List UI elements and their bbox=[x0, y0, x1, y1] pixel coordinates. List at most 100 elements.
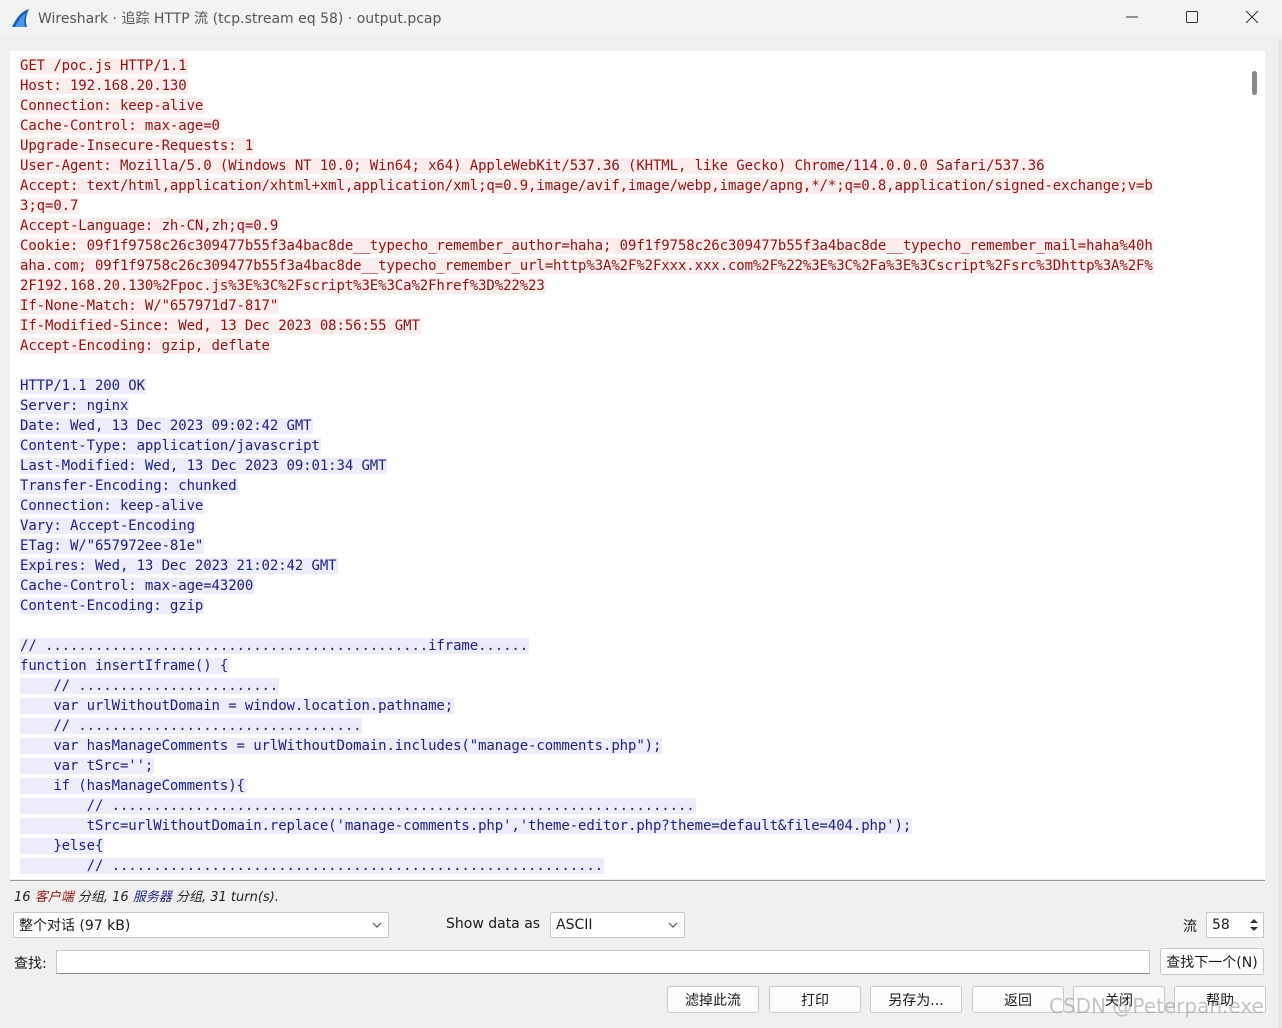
server-line: if (hasManageComments){ bbox=[10, 776, 1245, 796]
stream-line-text: Connection: keep-alive bbox=[20, 498, 205, 514]
stream-line-text: 3;q=0.7 bbox=[20, 198, 80, 214]
find-next-button[interactable]: 查找下一个(N) bbox=[1160, 948, 1264, 975]
stream-content-view[interactable]: GET /poc.js HTTP/1.1 Host: 192.168.20.130… bbox=[10, 51, 1245, 879]
stream-line-text: Date: Wed, 13 Dec 2023 09:02:42 GMT bbox=[20, 418, 313, 434]
client-line: aha.com; 09f1f9758c26c309477b55f3a4bac8d… bbox=[10, 256, 1245, 276]
filter-out-stream-button[interactable]: 滤掉此流 bbox=[667, 986, 759, 1013]
server-line: Content-Encoding: gzip bbox=[10, 596, 1245, 616]
stepper-arrows-icon[interactable] bbox=[1247, 915, 1261, 935]
show-data-as-label: Show data as bbox=[446, 916, 541, 932]
close-window-button[interactable] bbox=[1222, 0, 1282, 34]
window-edge bbox=[1278, 40, 1282, 1028]
server-count: 16 bbox=[112, 890, 129, 905]
stream-line-text: Content-Encoding: gzip bbox=[20, 598, 205, 614]
stream-line-text: Vary: Accept-Encoding bbox=[20, 518, 196, 534]
server-line: Server: nginx bbox=[10, 396, 1245, 416]
server-line: Date: Wed, 13 Dec 2023 09:02:42 GMT bbox=[10, 416, 1245, 436]
server-line: // ........................ bbox=[10, 676, 1245, 696]
client-line: Accept: text/html,application/xhtml+xml,… bbox=[10, 176, 1245, 196]
filter-out-label: 滤掉此流 bbox=[685, 992, 741, 1009]
server-line: Connection: keep-alive bbox=[10, 496, 1245, 516]
show-data-as-value: ASCII bbox=[556, 917, 593, 933]
stream-line-text: Expires: Wed, 13 Dec 2023 21:02:42 GMT bbox=[20, 558, 338, 574]
scrollbar-thumb[interactable] bbox=[1252, 71, 1257, 95]
server-line: var tSrc=''; bbox=[10, 756, 1245, 776]
show-data-as-select[interactable]: ASCII bbox=[550, 912, 685, 938]
stream-line-text: Server: nginx bbox=[20, 398, 130, 414]
server-line: Content-Type: application/javascript bbox=[10, 436, 1245, 456]
stream-line-text: tSrc=urlWithoutDomain.replace('manage-co… bbox=[20, 818, 913, 834]
print-button[interactable]: 打印 bbox=[769, 986, 861, 1013]
packet-summary: 16 客户端 分组, 16 服务器 分组, 31 turn(s). bbox=[14, 886, 279, 906]
stream-line-text: // .....................................… bbox=[20, 798, 696, 814]
server-label: 服务器 bbox=[132, 890, 172, 905]
close-icon bbox=[1245, 10, 1259, 24]
client-line: If-None-Match: W/"657971d7-817" bbox=[10, 296, 1245, 316]
server-line: // .....................................… bbox=[10, 636, 1245, 656]
stream-text: GET /poc.js HTTP/1.1 Host: 192.168.20.130… bbox=[10, 51, 1245, 876]
stream-line-text: // ........................ bbox=[20, 678, 280, 694]
splitter[interactable] bbox=[10, 880, 1265, 881]
stream-line-text: Accept-Language: zh-CN,zh;q=0.9 bbox=[20, 218, 280, 234]
server-line: var urlWithoutDomain = window.location.p… bbox=[10, 696, 1245, 716]
stream-line-text: if (hasManageComments){ bbox=[20, 778, 246, 794]
stream-line-text: GET /poc.js HTTP/1.1 bbox=[20, 58, 188, 74]
find-next-label: 查找下一个(N) bbox=[1166, 954, 1258, 971]
maximize-button[interactable] bbox=[1162, 0, 1222, 34]
stream-number-stepper[interactable]: 58 bbox=[1206, 912, 1264, 938]
client-line: Cache-Control: max-age=0 bbox=[10, 116, 1245, 136]
stream-line-text: ETag: W/"657972ee-81e" bbox=[20, 538, 205, 554]
stream-line-text: // .....................................… bbox=[20, 638, 530, 654]
chevron-down-icon bbox=[668, 922, 678, 928]
stream-line-text: Cookie: 09f1f9758c26c309477b55f3a4bac8de… bbox=[20, 238, 1154, 254]
server-line: var hasManageComments = urlWithoutDomain… bbox=[10, 736, 1245, 756]
stream-line-text: Last-Modified: Wed, 13 Dec 2023 09:01:34… bbox=[20, 458, 388, 474]
server-line: ETag: W/"657972ee-81e" bbox=[10, 536, 1245, 556]
stream-line-text: Transfer-Encoding: chunked bbox=[20, 478, 238, 494]
stream-line-text: HTTP/1.1 200 OK bbox=[20, 378, 146, 394]
server-line: // .....................................… bbox=[10, 796, 1245, 816]
stream-line-text: If-None-Match: W/"657971d7-817" bbox=[20, 298, 280, 314]
stream-line-text: Connection: keep-alive bbox=[20, 98, 205, 114]
client-line: GET /poc.js HTTP/1.1 bbox=[10, 56, 1245, 76]
stream-line-text: Upgrade-Insecure-Requests: 1 bbox=[20, 138, 255, 154]
save-as-label: 另存为... bbox=[888, 992, 944, 1009]
back-label: 返回 bbox=[1004, 992, 1032, 1009]
stream-line-text: Cache-Control: max-age=43200 bbox=[20, 578, 255, 594]
client-line: Accept-Language: zh-CN,zh;q=0.9 bbox=[10, 216, 1245, 236]
save-as-button[interactable]: 另存为... bbox=[870, 986, 962, 1013]
client-line: Upgrade-Insecure-Requests: 1 bbox=[10, 136, 1245, 156]
stream-line-text: If-Modified-Since: Wed, 13 Dec 2023 08:5… bbox=[20, 318, 421, 334]
server-line: Expires: Wed, 13 Dec 2023 21:02:42 GMT bbox=[10, 556, 1245, 576]
vertical-scrollbar[interactable] bbox=[1245, 51, 1265, 879]
stream-line-text: Accept: text/html,application/xhtml+xml,… bbox=[20, 178, 1154, 194]
stream-line-text: // .................................. bbox=[20, 718, 363, 734]
server-line: }else{ bbox=[10, 836, 1245, 856]
stream-line-text: Cache-Control: max-age=0 bbox=[20, 118, 221, 134]
client-line: Host: 192.168.20.130 bbox=[10, 76, 1245, 96]
minimize-button[interactable] bbox=[1102, 0, 1162, 34]
server-line: Cache-Control: max-age=43200 bbox=[10, 576, 1245, 596]
client-count: 16 bbox=[14, 890, 31, 905]
stream-line-text: 2F192.168.20.130%2Fpoc.js%3E%3C%2Fscript… bbox=[20, 278, 546, 294]
group-word: 分组, bbox=[175, 890, 207, 905]
find-label: 查找: bbox=[14, 956, 47, 972]
server-line: // .....................................… bbox=[10, 856, 1245, 876]
server-line: Last-Modified: Wed, 13 Dec 2023 09:01:34… bbox=[10, 456, 1245, 476]
stream-line-text: Content-Type: application/javascript bbox=[20, 438, 321, 454]
chevron-down-icon bbox=[372, 922, 382, 928]
find-input[interactable] bbox=[56, 950, 1150, 974]
wireshark-fin-icon bbox=[12, 9, 29, 27]
stream-number-value: 58 bbox=[1212, 917, 1230, 933]
conversation-select-value: 整个对话 (97 kB) bbox=[19, 918, 131, 934]
stream-line-text: var urlWithoutDomain = window.location.p… bbox=[20, 698, 455, 714]
title-bar: Wireshark · 追踪 HTTP 流 (tcp.stream eq 58)… bbox=[0, 0, 1282, 36]
server-line: // .................................. bbox=[10, 716, 1245, 736]
server-line: tSrc=urlWithoutDomain.replace('manage-co… bbox=[10, 816, 1245, 836]
server-line: HTTP/1.1 200 OK bbox=[10, 376, 1245, 396]
client-label: 客户端 bbox=[34, 890, 74, 905]
conversation-select[interactable]: 整个对话 (97 kB) bbox=[13, 912, 389, 938]
group-word: 分组, bbox=[77, 890, 108, 905]
